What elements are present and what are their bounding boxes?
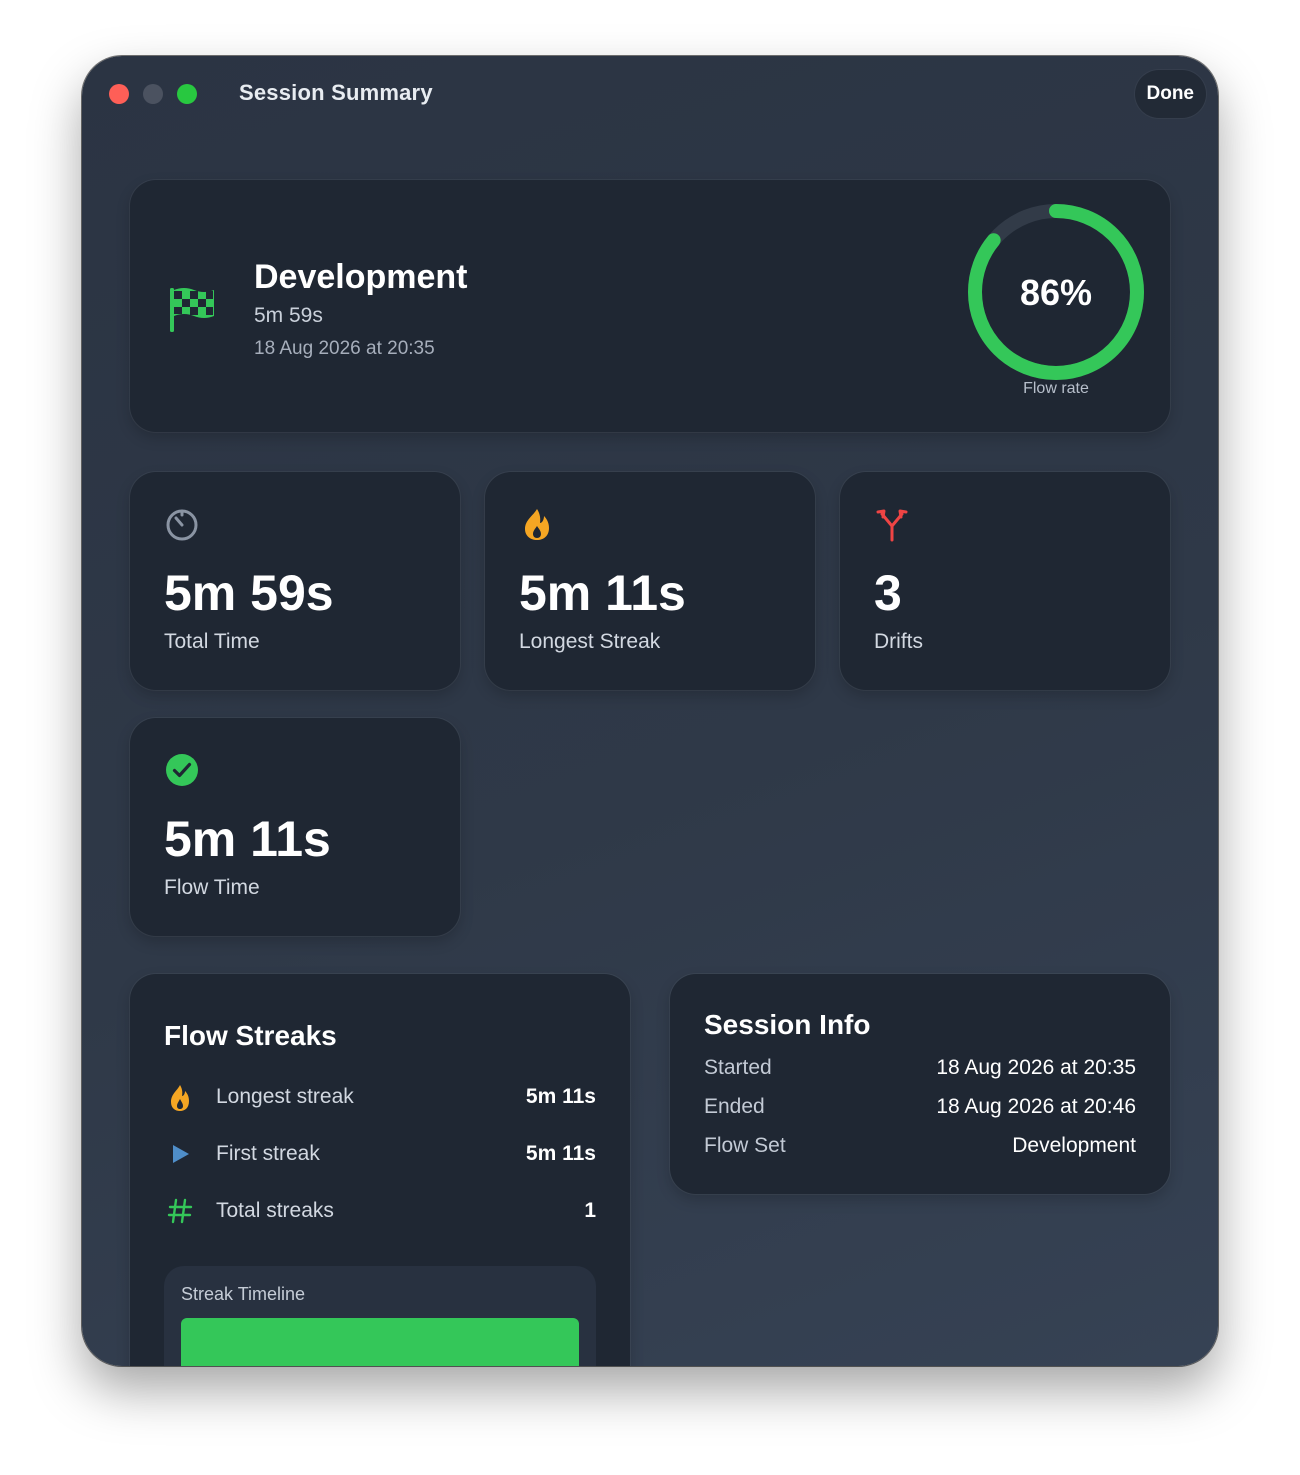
total-time-card: 5m 59s Total Time bbox=[130, 472, 460, 690]
flow-set-name: Development bbox=[254, 258, 468, 296]
streak-timeline-label: Streak Timeline bbox=[181, 1284, 306, 1304]
timer-icon bbox=[166, 509, 198, 541]
drifts-value: 3 bbox=[874, 565, 902, 621]
zoom-window-button[interactable] bbox=[177, 84, 197, 104]
flow-time-label: Flow Time bbox=[164, 876, 260, 899]
streak-row-value: 5m 11s bbox=[525, 1085, 596, 1108]
info-row-label: Started bbox=[704, 1056, 772, 1079]
streak-row-value: 5m 11s bbox=[525, 1142, 596, 1165]
flow-rate-caption: Flow rate bbox=[1023, 380, 1089, 397]
hash-icon bbox=[167, 1198, 193, 1224]
streak-row-longest: Longest streak 5m 11s bbox=[164, 1081, 596, 1113]
play-icon bbox=[173, 1145, 189, 1163]
streak-row-label: First streak bbox=[216, 1142, 320, 1165]
longest-streak-card: 5m 11s Longest Streak bbox=[485, 472, 815, 690]
session-hero-card: Development 5m 59s 18 Aug 2026 at 20:35 … bbox=[130, 180, 1170, 432]
flow-streaks-title: Flow Streaks bbox=[164, 1020, 337, 1051]
drifts-label: Drifts bbox=[874, 630, 923, 653]
close-window-button[interactable] bbox=[109, 84, 129, 104]
flame-icon bbox=[525, 509, 549, 540]
checkmark-circle-icon bbox=[166, 754, 198, 786]
branch-arrow-icon bbox=[876, 509, 908, 542]
done-button[interactable]: Done bbox=[1134, 70, 1206, 118]
session-duration: 5m 59s bbox=[254, 304, 323, 327]
streak-row-total: Total streaks 1 bbox=[164, 1195, 596, 1227]
info-row-label: Flow Set bbox=[704, 1134, 786, 1157]
info-row-ended: Ended 18 Aug 2026 at 20:46 bbox=[704, 1095, 1136, 1125]
window-title: Session Summary bbox=[239, 80, 433, 105]
flow-time-card: 5m 11s Flow Time bbox=[130, 718, 460, 936]
longest-streak-label: Longest Streak bbox=[519, 630, 661, 653]
flow-rate-value: 86% bbox=[1019, 272, 1093, 313]
info-row-value: 18 Aug 2026 at 20:46 bbox=[936, 1095, 1136, 1118]
streak-row-label: Total streaks bbox=[216, 1199, 334, 1222]
streak-row-value: 1 bbox=[584, 1199, 596, 1222]
info-row-label: Ended bbox=[704, 1095, 765, 1118]
checkered-flag-icon bbox=[170, 288, 214, 332]
streak-row-label: Longest streak bbox=[216, 1085, 354, 1108]
session-info-title: Session Info bbox=[704, 1009, 871, 1040]
minimize-window-button[interactable] bbox=[143, 84, 163, 104]
total-time-label: Total Time bbox=[164, 630, 260, 653]
session-date: 18 Aug 2026 at 20:35 bbox=[254, 338, 435, 359]
drifts-card: 3 Drifts bbox=[840, 472, 1170, 690]
info-row-value: Development bbox=[1012, 1134, 1136, 1157]
longest-streak-value: 5m 11s bbox=[519, 565, 686, 621]
flow-time-value: 5m 11s bbox=[164, 811, 331, 867]
session-summary-window: Session Summary Done Development 5m 59s … bbox=[82, 56, 1218, 1366]
info-row-value: 18 Aug 2026 at 20:35 bbox=[936, 1056, 1136, 1079]
title-bar: Session Summary Done bbox=[82, 56, 1218, 132]
info-row-flow-set: Flow Set Development bbox=[704, 1134, 1136, 1164]
streak-timeline-bar bbox=[181, 1318, 579, 1366]
flame-icon bbox=[171, 1085, 189, 1111]
streak-timeline: Streak Timeline bbox=[164, 1266, 596, 1366]
flow-streaks-card: Flow Streaks Longest streak 5m 11s First… bbox=[130, 974, 630, 1366]
info-row-started: Started 18 Aug 2026 at 20:35 bbox=[704, 1056, 1136, 1086]
streak-row-first: First streak 5m 11s bbox=[164, 1138, 596, 1170]
total-time-value: 5m 59s bbox=[164, 565, 334, 621]
session-info-card: Session Info Started 18 Aug 2026 at 20:3… bbox=[670, 974, 1170, 1194]
